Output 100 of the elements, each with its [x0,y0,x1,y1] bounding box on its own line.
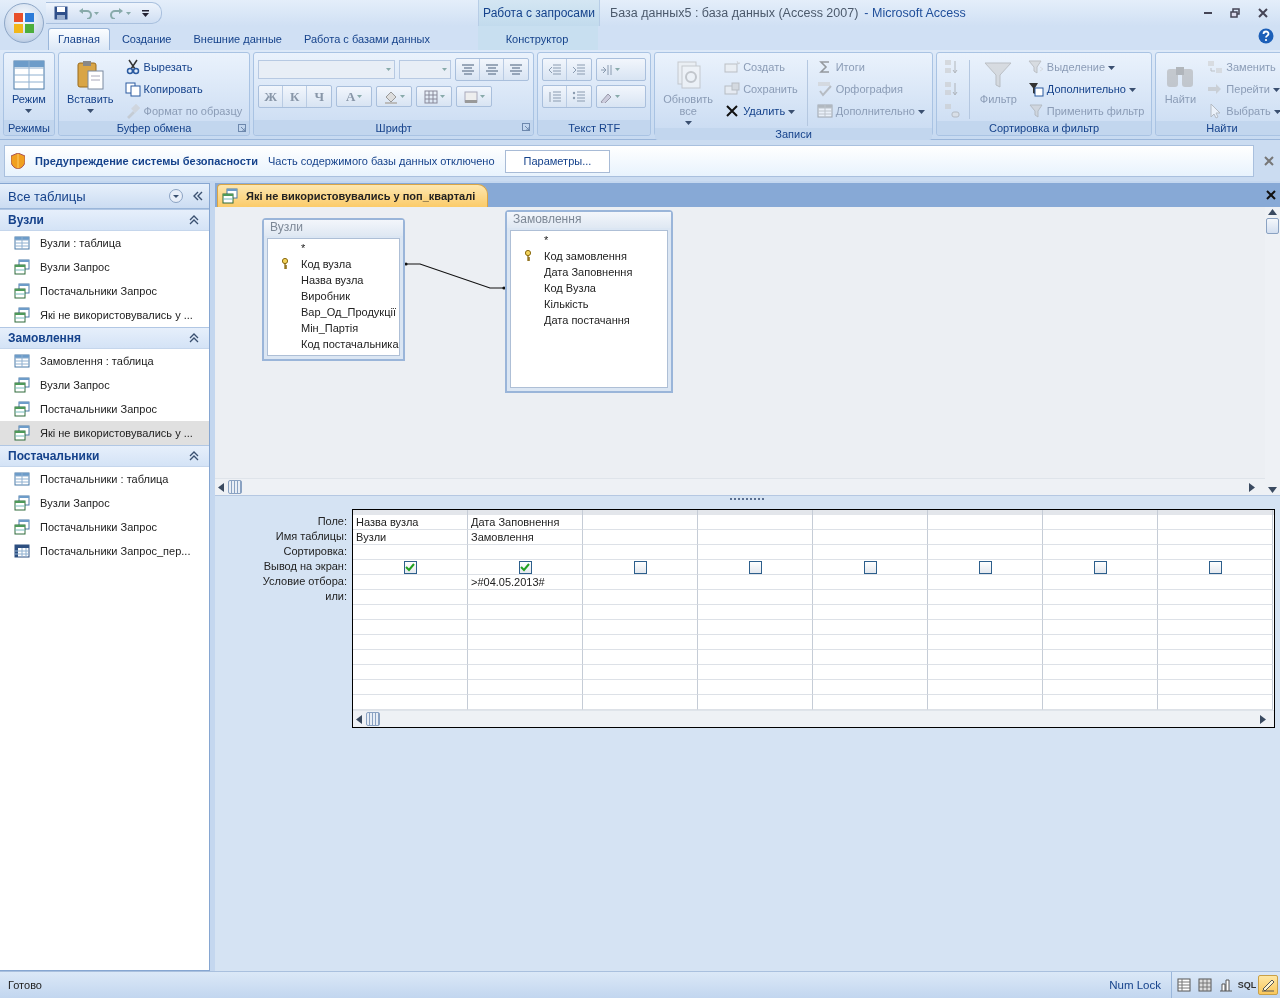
field-name[interactable]: Мін_Партія [301,322,359,334]
checkbox[interactable] [978,560,992,574]
grid-cell[interactable] [813,545,928,560]
view-button[interactable] [1195,975,1215,995]
grid-cell[interactable] [698,530,813,545]
grid-cell[interactable] [353,635,468,650]
customize-toolbar-button[interactable] [140,7,151,19]
fill-color-button[interactable] [376,86,413,107]
grid-cell[interactable] [583,545,698,560]
checkbox[interactable] [518,560,532,574]
grid-cell[interactable] [928,650,1043,665]
dialog-launcher-icon[interactable] [238,124,247,132]
ribbon-tab[interactable]: Главная [48,28,110,50]
checkbox[interactable] [1093,560,1107,574]
grid-cell[interactable] [468,590,583,605]
grid-cell[interactable] [583,635,698,650]
grid-cell[interactable] [1158,575,1273,590]
grid-cell[interactable] [353,545,468,560]
grid-cell[interactable] [353,650,468,665]
view-button[interactable] [1174,975,1194,995]
grid-cell[interactable]: >#04.05.2013# [468,575,583,590]
ribbon-button[interactable]: Вырезать [121,56,246,77]
field-name[interactable]: Дата Заповнення [544,266,633,278]
ribbon-button[interactable]: Режим [8,56,50,120]
grid-cell[interactable] [813,635,928,650]
grid-cell[interactable] [813,680,928,695]
navigation-item[interactable]: Вузли Запрос [0,255,209,279]
grid-cell[interactable] [928,515,1043,530]
checkbox[interactable] [633,560,647,574]
grid-cell[interactable] [353,665,468,680]
grid-cell[interactable] [583,515,698,530]
restore-button[interactable] [1228,6,1242,20]
grid-cell[interactable] [928,665,1043,680]
grid-cell[interactable]: Назва вузла [353,515,468,530]
grid-cell[interactable] [1158,665,1273,680]
ribbon-button[interactable]: Дополнительно [1024,78,1148,99]
grid-cell[interactable]: Вузли [353,530,468,545]
grid-cell[interactable] [468,545,583,560]
grid-cell[interactable] [353,620,468,635]
grid-cell[interactable] [928,605,1043,620]
ribbon-button[interactable]: Вставить [62,56,118,121]
grid-cell[interactable] [1158,635,1273,650]
grid-cell[interactable] [1158,620,1273,635]
grid-cell[interactable] [1043,605,1158,620]
grid-cell[interactable] [468,650,583,665]
grid-cell[interactable] [698,575,813,590]
grid-cell[interactable]: Дата Заповнення [468,515,583,530]
navigation-item[interactable]: Які не використовувались у ... [0,303,209,327]
field-name[interactable]: Код вузла [301,258,352,270]
grid-cell[interactable] [813,560,928,575]
grid-cell[interactable] [698,680,813,695]
ribbon-tab[interactable]: Внешние данные [183,28,292,50]
ribbon-tab[interactable]: Создание [111,28,182,50]
collapse-pane-button[interactable] [191,189,205,203]
grid-cell[interactable] [1043,515,1158,530]
grid-cell[interactable] [698,620,813,635]
ribbon-tab[interactable]: Работа с базами данных [293,28,440,50]
grid-cell[interactable] [813,590,928,605]
grid-cell[interactable] [1043,635,1158,650]
grid-cell[interactable] [1158,545,1273,560]
grid-cell[interactable] [1158,530,1273,545]
row-color-button[interactable] [456,86,493,107]
grid-cell[interactable] [698,515,813,530]
grid-cell[interactable] [583,650,698,665]
navigation-item[interactable]: Вузли Запрос [0,491,209,515]
grid-cell[interactable] [1043,665,1158,680]
grid-cell[interactable] [813,575,928,590]
grid-cell[interactable] [1043,620,1158,635]
grid-cell[interactable] [468,665,583,680]
navigation-item[interactable]: Замовлення : таблица [0,349,209,373]
grid-cell[interactable] [468,560,583,575]
close-button[interactable] [1256,6,1270,20]
grid-cell[interactable] [1043,650,1158,665]
grid-cell[interactable] [468,620,583,635]
options-button[interactable]: Параметры... [504,149,611,173]
grid-cell[interactable] [1158,560,1273,575]
field-name[interactable]: Код постачальника [301,338,399,350]
field-name[interactable]: Назва вузла [301,274,364,286]
grid-cell[interactable] [1158,590,1273,605]
grid-cell[interactable] [698,605,813,620]
grid-cell[interactable] [698,650,813,665]
scroll-thumb[interactable] [1266,218,1279,234]
checkbox[interactable] [748,560,762,574]
horizontal-scrollbar[interactable] [215,478,1265,495]
grid-cell[interactable] [353,590,468,605]
grid-cell[interactable] [468,635,583,650]
view-button[interactable] [1258,975,1278,995]
navigation-group-header[interactable]: Замовлення [0,327,209,349]
field-name[interactable]: Кількість [544,298,589,310]
checkbox[interactable] [403,560,417,574]
grid-cell[interactable] [583,575,698,590]
grid-cell[interactable] [1043,560,1158,575]
grid-cell[interactable] [1043,575,1158,590]
grid-cell[interactable] [813,515,928,530]
grid-cell[interactable] [583,665,698,680]
save-button[interactable] [52,4,70,22]
table-field-list[interactable]: Вузли * Код вузла Назва вузла Виробник Вар_Од_Продукції Мін_Партія Код постачальника [262,218,405,361]
grid-cell[interactable] [583,590,698,605]
grid-cell[interactable]: Замовлення [468,530,583,545]
grid-cell[interactable] [1043,680,1158,695]
